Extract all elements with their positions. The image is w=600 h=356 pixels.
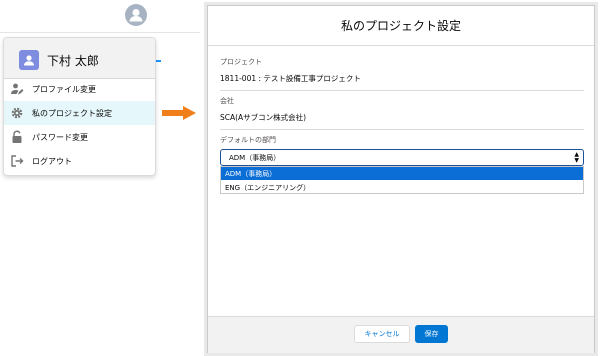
- menu-item-my-project-settings[interactable]: 私のプロジェクト設定: [4, 101, 155, 125]
- updown-arrows-icon: ▲ ▼: [574, 151, 579, 164]
- field-divider: [220, 90, 584, 91]
- menu-item-profile[interactable]: プロファイル変更: [4, 77, 155, 101]
- save-button[interactable]: 保存: [415, 325, 448, 343]
- project-settings-modal: 私のプロジェクト設定 プロジェクト 1811-001 : テスト設備工事プロジェ…: [207, 5, 595, 353]
- department-select-value: ADM（事務局）: [229, 153, 281, 162]
- department-label: デフォルトの部門: [220, 136, 276, 144]
- avatar-button[interactable]: [125, 4, 147, 26]
- menu-item-label: 私のプロジェクト設定: [32, 108, 112, 118]
- department-select[interactable]: ADM（事務局） ▲ ▼: [220, 149, 584, 166]
- menu-item-label: プロファイル変更: [32, 84, 96, 94]
- gear-icon: [10, 106, 24, 120]
- department-option[interactable]: ENG（エンジニアリング）: [221, 181, 583, 194]
- field-divider: [220, 129, 584, 130]
- menu-item-logout[interactable]: ログアウト: [4, 149, 155, 173]
- modal-title: 私のプロジェクト設定: [208, 6, 594, 46]
- user-menu: 下村 太郎 プロファイル変更 私のプロジェクト設定 パスワード変更 ログアウト: [3, 37, 156, 176]
- project-value: 1811-001 : テスト設備工事プロジェクト: [220, 74, 361, 83]
- user-avatar: [19, 50, 39, 70]
- company-label: 会社: [220, 97, 234, 105]
- user-name: 下村 太郎: [47, 54, 99, 68]
- modal-footer: キャンセル 保存: [208, 316, 594, 353]
- cancel-button[interactable]: キャンセル: [354, 325, 410, 343]
- user-edit-icon: [10, 82, 24, 96]
- unlock-icon: [10, 130, 24, 144]
- department-option-selected[interactable]: ADM（事務局）: [221, 167, 583, 180]
- department-dropdown: ADM（事務局） ENG（エンジニアリング）: [220, 166, 584, 194]
- menu-item-change-password[interactable]: パスワード変更: [4, 125, 155, 149]
- arrow-right-icon: [162, 106, 196, 120]
- user-icon: [24, 55, 34, 66]
- project-label: プロジェクト: [220, 58, 262, 66]
- user-menu-header: 下村 太郎: [4, 38, 155, 79]
- menu-item-label: パスワード変更: [32, 132, 88, 142]
- logout-icon: [10, 154, 24, 168]
- user-icon: [129, 9, 143, 22]
- menu-item-label: ログアウト: [32, 156, 72, 166]
- background-divider: [0, 32, 200, 33]
- company-value: SCA(Aサブコン株式会社): [220, 113, 307, 122]
